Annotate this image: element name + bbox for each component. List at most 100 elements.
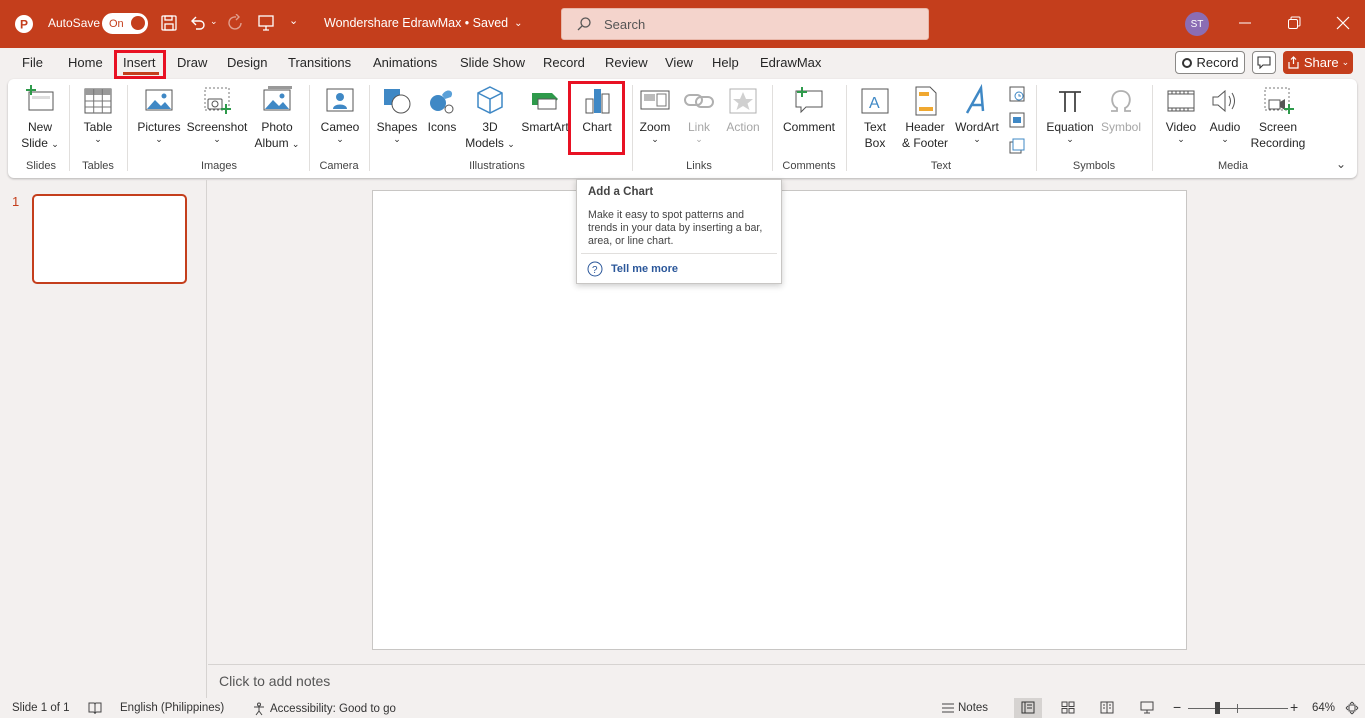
header-footer-label-2: & Footer bbox=[901, 136, 949, 150]
group-label-camera: Camera bbox=[319, 160, 359, 172]
screenshot-button[interactable]: Screenshot ⌄ bbox=[186, 83, 248, 144]
redo-icon bbox=[227, 14, 245, 32]
new-slide-button[interactable]: New Slide ⌄ bbox=[16, 83, 64, 152]
powerpoint-logo-icon[interactable]: P bbox=[14, 14, 34, 34]
screen-recording-label-2: Recording bbox=[1250, 136, 1306, 150]
undo-dropdown-icon[interactable]: ⌄ bbox=[210, 16, 218, 27]
new-comment-button[interactable]: Comment bbox=[778, 83, 840, 135]
chevron-down-icon: ⌄ bbox=[1221, 134, 1229, 144]
reading-view-icon[interactable] bbox=[1100, 701, 1114, 714]
record-button[interactable]: Record bbox=[1175, 51, 1245, 74]
pictures-label: Pictures bbox=[137, 120, 181, 134]
group-separator bbox=[369, 85, 370, 171]
slide-show-icon[interactable] bbox=[1140, 701, 1154, 714]
tab-transitions[interactable]: Transitions bbox=[288, 55, 351, 70]
shapes-label: Shapes bbox=[376, 120, 418, 134]
accessibility-icon bbox=[254, 702, 264, 716]
chevron-down-icon: ⌄ bbox=[695, 134, 703, 144]
notes-pane[interactable]: Click to add notes bbox=[208, 664, 1365, 697]
icons-button[interactable]: Icons bbox=[422, 83, 462, 135]
photo-album-button[interactable]: Photo Album ⌄ bbox=[250, 83, 304, 152]
tab-design[interactable]: Design bbox=[227, 55, 267, 70]
equation-button[interactable]: Equation ⌄ bbox=[1044, 83, 1096, 144]
table-button[interactable]: Table ⌄ bbox=[76, 83, 120, 144]
slide-sorter-icon[interactable] bbox=[1061, 701, 1075, 714]
zoom-slider-center-tick bbox=[1237, 704, 1238, 713]
zoom-out-button[interactable]: − bbox=[1173, 699, 1181, 715]
comment-icon bbox=[1257, 56, 1271, 69]
video-button[interactable]: Video ⌄ bbox=[1160, 83, 1202, 144]
3d-models-button[interactable]: 3D Models ⌄ bbox=[464, 83, 516, 152]
cameo-button[interactable]: Cameo ⌄ bbox=[317, 83, 363, 144]
minimize-icon[interactable] bbox=[1238, 14, 1252, 32]
record-dot-icon bbox=[1181, 57, 1192, 68]
tab-review[interactable]: Review bbox=[605, 55, 648, 70]
tab-draw[interactable]: Draw bbox=[177, 55, 207, 70]
smartart-label: SmartArt bbox=[521, 120, 569, 134]
slide-number-icon[interactable] bbox=[1008, 111, 1026, 129]
audio-button[interactable]: Audio ⌄ bbox=[1204, 83, 1246, 144]
table-icon bbox=[84, 88, 112, 114]
pi-icon bbox=[1059, 91, 1081, 112]
tooltip-body: Make it easy to spot patterns and trends… bbox=[588, 209, 763, 247]
comments-button[interactable] bbox=[1252, 51, 1276, 74]
object-icon[interactable] bbox=[1008, 137, 1026, 155]
new-comment-icon bbox=[795, 87, 823, 114]
new-slide-label-2-text: Slide bbox=[21, 136, 48, 150]
3d-models-label-1: 3D bbox=[482, 120, 498, 134]
tab-help[interactable]: Help bbox=[712, 55, 739, 70]
shapes-button[interactable]: Shapes ⌄ bbox=[376, 83, 418, 144]
pictures-button[interactable]: Pictures ⌄ bbox=[135, 83, 183, 144]
customize-toolbar-icon[interactable]: ⌄ bbox=[289, 14, 298, 27]
share-button-label: Share bbox=[1303, 55, 1339, 70]
notes-button[interactable]: Notes bbox=[941, 702, 988, 714]
screenshot-icon bbox=[204, 87, 231, 114]
language-status[interactable]: English (Philippines) bbox=[120, 702, 224, 714]
tab-record[interactable]: Record bbox=[543, 55, 585, 70]
spelling-check-icon[interactable] bbox=[88, 702, 102, 715]
zoom-slider-track[interactable] bbox=[1188, 708, 1288, 709]
3d-models-label-2-text: Models bbox=[465, 136, 504, 150]
wordart-button[interactable]: WordArt ⌄ bbox=[954, 83, 1000, 144]
symbol-label: Symbol bbox=[1100, 120, 1141, 134]
autosave-toggle[interactable]: On bbox=[102, 13, 148, 34]
zoom-in-button[interactable]: + bbox=[1290, 699, 1298, 715]
tab-slide-show[interactable]: Slide Show bbox=[460, 55, 525, 70]
tab-view[interactable]: View bbox=[665, 55, 693, 70]
chevron-down-icon: ⌄ bbox=[51, 139, 59, 149]
header-footer-button[interactable]: Header & Footer bbox=[898, 83, 952, 151]
tab-file[interactable]: File bbox=[22, 55, 43, 70]
tab-edrawmax[interactable]: EdrawMax bbox=[760, 55, 821, 70]
restore-icon[interactable] bbox=[1287, 16, 1301, 30]
undo-icon[interactable] bbox=[189, 14, 207, 32]
new-slide-label-2: Slide ⌄ bbox=[16, 135, 64, 152]
present-icon[interactable] bbox=[257, 14, 275, 32]
accessibility-status[interactable]: Accessibility: Good to go bbox=[252, 702, 396, 716]
search-box[interactable]: Search bbox=[561, 8, 929, 40]
zoom-level[interactable]: 64% bbox=[1312, 702, 1335, 714]
document-title[interactable]: Wondershare EdrawMax • Saved ⌄ bbox=[324, 16, 523, 30]
collapse-ribbon-chevron-icon[interactable]: ⌄ bbox=[1336, 157, 1346, 171]
tell-me-more-link[interactable]: ? Tell me more bbox=[587, 261, 678, 277]
slide-thumbnail[interactable] bbox=[32, 194, 187, 284]
screen-recording-button[interactable]: Screen Recording bbox=[1248, 83, 1308, 151]
group-separator bbox=[772, 85, 773, 171]
date-time-icon[interactable] bbox=[1008, 85, 1026, 103]
user-avatar[interactable]: ST bbox=[1185, 12, 1209, 36]
photo-album-label-2-text: Album bbox=[254, 136, 289, 150]
tab-animations[interactable]: Animations bbox=[373, 55, 437, 70]
tab-home[interactable]: Home bbox=[68, 55, 103, 70]
normal-view-icon[interactable] bbox=[1021, 701, 1035, 714]
fit-to-window-icon[interactable] bbox=[1345, 701, 1359, 715]
tooltip-title: Add a Chart bbox=[588, 186, 654, 198]
text-box-button[interactable]: A Text Box bbox=[854, 83, 896, 151]
equation-label: Equation bbox=[1046, 120, 1094, 134]
zoom-button[interactable]: Zoom ⌄ bbox=[634, 83, 676, 144]
save-icon[interactable] bbox=[160, 14, 178, 32]
share-button[interactable]: Share ⌄ bbox=[1283, 51, 1353, 74]
close-icon[interactable] bbox=[1336, 16, 1350, 30]
screen-recording-label-1: Screen bbox=[1258, 120, 1298, 134]
zoom-slider-thumb[interactable] bbox=[1215, 702, 1220, 714]
smartart-button[interactable]: SmartArt bbox=[518, 83, 572, 135]
group-label-slides: Slides bbox=[26, 160, 56, 172]
